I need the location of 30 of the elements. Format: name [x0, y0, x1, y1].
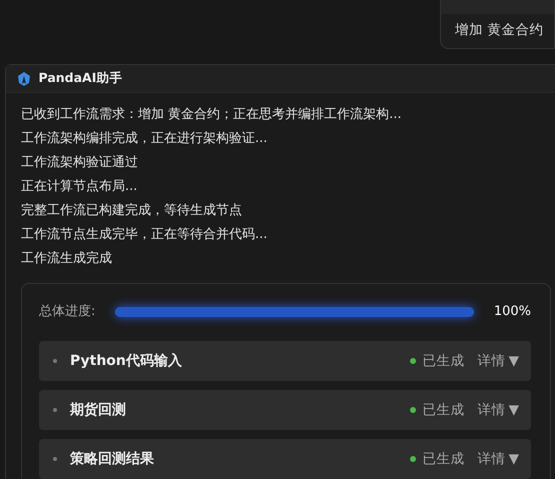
log-line: 工作流架构验证通过: [21, 154, 139, 172]
status-dot: [410, 407, 416, 414]
logo-icon: [16, 70, 32, 87]
status-dot: [410, 456, 416, 462]
details-button[interactable]: 详情 ▼: [477, 351, 519, 372]
details-button[interactable]: 详情 ▼: [477, 400, 519, 420]
log-line: 工作流节点生成完毕，正在等待合并代码...: [21, 226, 268, 244]
details-button[interactable]: 详情 ▼: [477, 449, 519, 470]
assistant-name: PandaAI助手: [38, 69, 122, 88]
node-name: 期货回测: [70, 400, 127, 420]
message-text: 增加 黄金合约: [454, 21, 544, 40]
log-line: 完整工作流已构建完成，等待生成节点: [21, 202, 243, 220]
caret-icon: ▼: [508, 449, 519, 470]
caret-icon: ▼: [508, 351, 519, 372]
progress-label: 总体进度:: [39, 303, 96, 322]
log-line: 工作流架构编排完成，正在进行架构验证...: [21, 130, 268, 148]
bullet-icon: [53, 408, 57, 412]
node-name: Python代码输入: [70, 352, 183, 371]
bullet-icon: [53, 457, 57, 462]
log-line: 工作流生成完成: [21, 250, 113, 268]
node-name: 策略回测结果: [70, 450, 155, 469]
progress-value: 100%: [494, 303, 531, 322]
bullet-icon: [53, 359, 57, 364]
status-text: 已生成: [422, 450, 464, 470]
status-text: 已生成: [422, 352, 464, 372]
log-line: 已收到工作流需求：增加 黄金合约；正在思考并编排工作流架构...: [21, 106, 403, 124]
caret-icon: ▼: [508, 400, 519, 420]
status-text: 已生成: [422, 401, 464, 420]
log-line: 正在计算节点布局...: [21, 178, 138, 196]
status-dot: [410, 358, 416, 364]
